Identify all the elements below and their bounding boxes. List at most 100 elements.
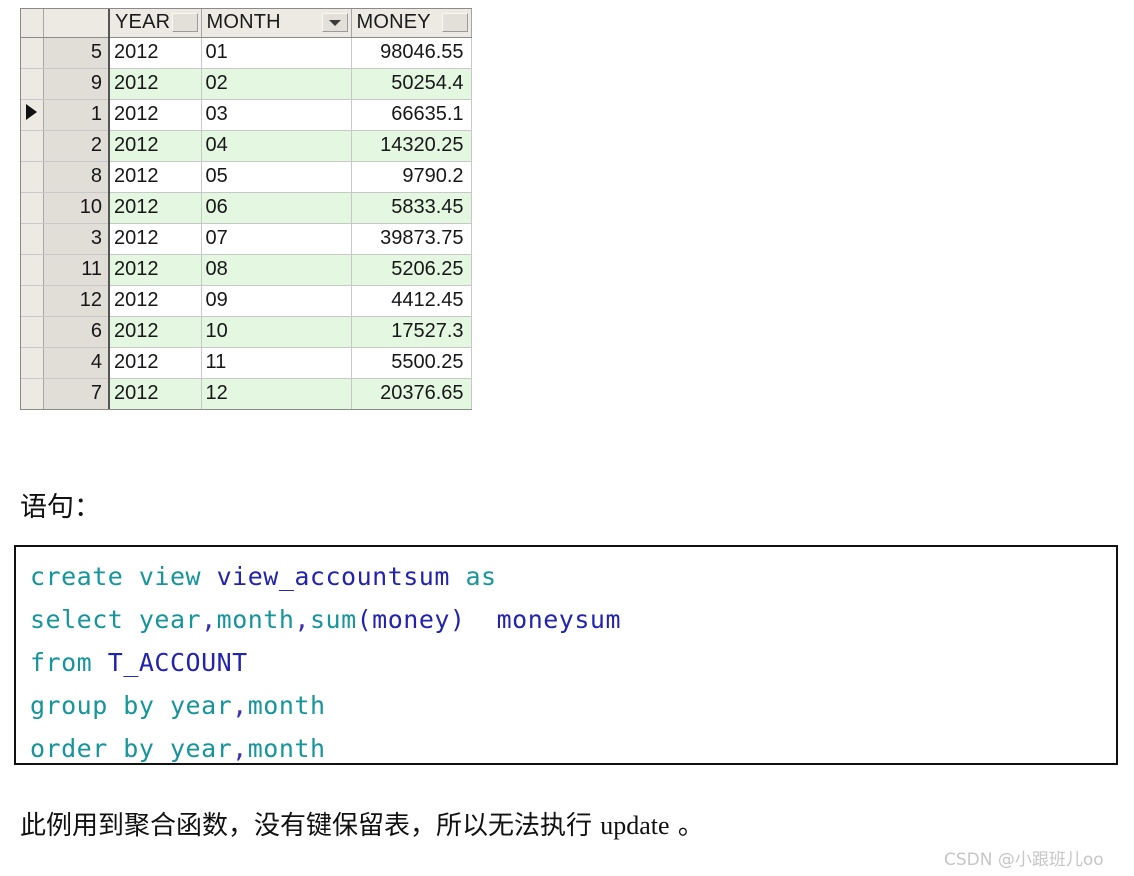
cell-month[interactable]: 11 (201, 347, 352, 379)
cell-month[interactable]: 07 (201, 223, 352, 255)
row-indicator-cell[interactable] (21, 223, 44, 255)
row-number-cell[interactable]: 10 (43, 192, 110, 224)
column-resize-grip-year[interactable] (171, 13, 198, 33)
cell-money[interactable]: 98046.55 (351, 37, 472, 69)
sql-line-1: create view view_accountsum as (30, 555, 1116, 598)
row-indicator-cell[interactable] (21, 68, 44, 100)
cell-money[interactable]: 4412.45 (351, 285, 472, 317)
cell-year[interactable]: 2012 (109, 378, 202, 409)
table-header: YEAR MONTH MONEY (21, 9, 472, 38)
row-number-cell[interactable]: 4 (43, 347, 110, 379)
cell-money[interactable]: 5206.25 (351, 254, 472, 286)
column-resize-grip-money[interactable] (441, 13, 468, 33)
table-row[interactable]: 8 2012 05 9790.2 (21, 161, 472, 193)
row-number-cell[interactable]: 8 (43, 161, 110, 193)
cell-year[interactable]: 2012 (109, 285, 202, 317)
table-row[interactable]: 7 2012 12 20376.65 (21, 378, 472, 409)
row-indicator-cell[interactable] (21, 161, 44, 193)
table-row[interactable]: 1 2012 03 66635.1 (21, 99, 472, 131)
cell-money[interactable]: 14320.25 (351, 130, 472, 162)
row-indicator-cell[interactable] (21, 37, 44, 69)
cell-year[interactable]: 2012 (109, 192, 202, 224)
column-header-month-label: MONTH (206, 11, 281, 34)
row-number-cell[interactable]: 7 (43, 378, 110, 409)
row-number-cell[interactable]: 11 (43, 254, 110, 286)
sql-token: group by year (30, 691, 233, 720)
row-number-cell[interactable]: 3 (43, 223, 110, 255)
row-indicator-cell[interactable] (21, 285, 44, 317)
header-row: YEAR MONTH MONEY (21, 9, 472, 38)
table-row[interactable]: 6 2012 10 17527.3 (21, 316, 472, 348)
result-grid[interactable]: YEAR MONTH MONEY 5 2012 01 98046.55 9 20… (20, 8, 472, 410)
row-indicator-cell[interactable] (21, 347, 44, 379)
header-indicator-corner (21, 9, 44, 38)
row-indicator-cell[interactable] (21, 192, 44, 224)
note-text-keyword: update (600, 811, 670, 840)
cell-money[interactable]: 5500.25 (351, 347, 472, 379)
table-row[interactable]: 2 2012 04 14320.25 (21, 130, 472, 162)
row-indicator-cell[interactable] (21, 378, 44, 409)
statement-label: 语句： (20, 492, 101, 523)
cell-year[interactable]: 2012 (109, 37, 202, 69)
row-number-cell[interactable]: 1 (43, 99, 110, 131)
cell-month[interactable]: 08 (201, 254, 352, 286)
row-indicator-cell[interactable] (21, 130, 44, 162)
sql-line-4: group by year,month (30, 684, 1116, 727)
cell-money[interactable]: 9790.2 (351, 161, 472, 193)
filter-dropdown-button-month[interactable] (321, 13, 348, 33)
sql-token: from (30, 648, 108, 677)
row-indicator-cell[interactable] (21, 316, 44, 348)
cell-money[interactable]: 39873.75 (351, 223, 472, 255)
table-row[interactable]: 10 2012 06 5833.45 (21, 192, 472, 224)
cell-month[interactable]: 12 (201, 378, 352, 409)
table-row[interactable]: 4 2012 11 5500.25 (21, 347, 472, 379)
row-number-cell[interactable]: 5 (43, 37, 110, 69)
cell-year[interactable]: 2012 (109, 99, 202, 131)
cell-money[interactable]: 66635.1 (351, 99, 472, 131)
sql-token: month (216, 605, 295, 634)
cell-year[interactable]: 2012 (109, 316, 202, 348)
column-header-year[interactable]: YEAR (109, 9, 202, 38)
cell-month[interactable]: 05 (201, 161, 352, 193)
column-header-money[interactable]: MONEY (351, 9, 472, 38)
row-indicator-cell[interactable] (21, 254, 44, 286)
sql-token: T_ACCOUNT (107, 648, 248, 677)
sql-line-3: from T_ACCOUNT (30, 641, 1116, 684)
row-number-cell[interactable]: 2 (43, 130, 110, 162)
table-row[interactable]: 11 2012 08 5206.25 (21, 254, 472, 286)
cell-month[interactable]: 02 (201, 68, 352, 100)
sql-token: month (247, 691, 326, 720)
table-row[interactable]: 5 2012 01 98046.55 (21, 37, 472, 69)
cell-year[interactable]: 2012 (109, 161, 202, 193)
cell-month[interactable]: 06 (201, 192, 352, 224)
row-number-cell[interactable]: 12 (43, 285, 110, 317)
row-indicator-cell[interactable] (21, 99, 44, 131)
table-row[interactable]: 9 2012 02 50254.4 (21, 68, 472, 100)
table-row[interactable]: 12 2012 09 4412.45 (21, 285, 472, 317)
table-body: 5 2012 01 98046.55 9 2012 02 50254.4 1 2012 03 6663… (21, 37, 472, 409)
cell-money[interactable]: 20376.65 (351, 378, 472, 409)
cell-money[interactable]: 50254.4 (351, 68, 472, 100)
cell-money[interactable]: 5833.45 (351, 192, 472, 224)
cell-month[interactable]: 10 (201, 316, 352, 348)
cell-year[interactable]: 2012 (109, 68, 202, 100)
cell-year[interactable]: 2012 (109, 347, 202, 379)
column-header-month[interactable]: MONTH (201, 9, 352, 38)
result-table: YEAR MONTH MONEY 5 2012 01 98046.55 9 20… (21, 9, 472, 409)
table-row[interactable]: 3 2012 07 39873.75 (21, 223, 472, 255)
cell-month[interactable]: 03 (201, 99, 352, 131)
cell-month[interactable]: 04 (201, 130, 352, 162)
sql-token: , (201, 605, 217, 634)
cell-year[interactable]: 2012 (109, 254, 202, 286)
cell-month[interactable]: 01 (201, 37, 352, 69)
row-number-cell[interactable]: 9 (43, 68, 110, 100)
sql-token: , (232, 734, 248, 763)
sql-code-block: create view view_accountsum as select yea… (14, 545, 1118, 765)
row-number-cell[interactable]: 6 (43, 316, 110, 348)
cell-month[interactable]: 09 (201, 285, 352, 317)
chevron-down-icon (328, 19, 341, 26)
cell-money[interactable]: 17527.3 (351, 316, 472, 348)
cell-year[interactable]: 2012 (109, 223, 202, 255)
cell-year[interactable]: 2012 (109, 130, 202, 162)
